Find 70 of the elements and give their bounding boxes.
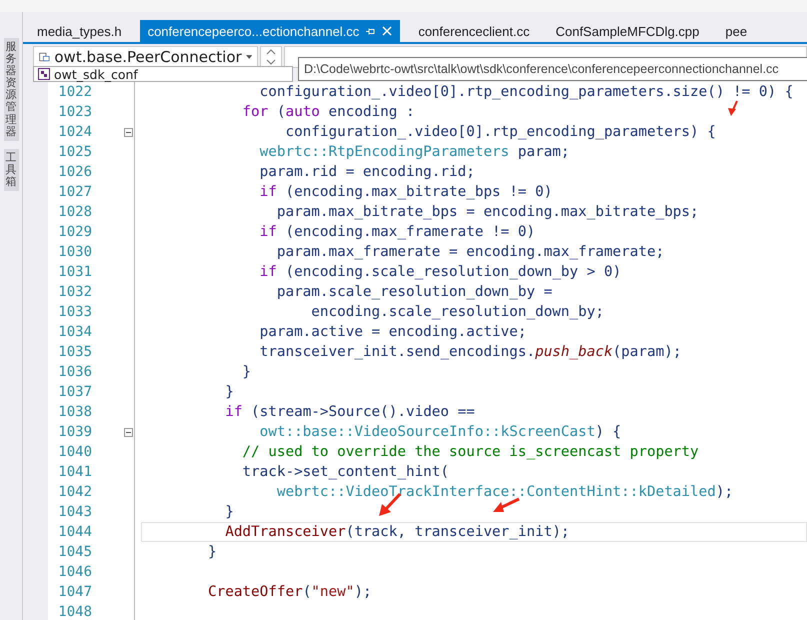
code-text: } (224, 384, 234, 400)
code-text: configuration_.video[0].rtp_encoding_parameters.size() != 0) { (258, 84, 794, 100)
code-text: (encoding.max_bitrate_bps != 0) (284, 184, 552, 200)
line-number: 1025 (57, 144, 93, 160)
line-number: 1034 (57, 324, 93, 340)
line-number: 1043 (57, 504, 93, 520)
line-number: 1038 (57, 404, 93, 420)
line-number: 1033 (57, 304, 93, 320)
line-number: 1024 (57, 124, 93, 140)
code-text: (stream->Source().video == (250, 404, 475, 420)
line-number: 1026 (57, 164, 93, 180)
code-text: transceiver_init.send_encodings. (258, 344, 536, 360)
keyword: if (258, 224, 277, 240)
line-number: 1028 (57, 204, 93, 220)
line-number: 1035 (57, 344, 93, 360)
code-text: param.scale_resolution_down_by = (276, 284, 552, 300)
type-name: webrtc::VideoTrackInterface::ContentHint::kDetailed (276, 484, 716, 500)
line-number: 1047 (57, 584, 93, 600)
project-name: owt_sdk_conf (54, 66, 138, 82)
line-number: 1039 (57, 424, 93, 440)
line-number: 1030 (57, 244, 93, 260)
function-name: AddTransceiver (224, 524, 346, 540)
line-number: 1023 (57, 104, 93, 120)
line-number: 1048 (57, 604, 93, 620)
code-text: ( (276, 104, 286, 120)
line-number: 1029 (57, 224, 93, 240)
string-literal: "new" (311, 584, 354, 600)
code-text: (param); (612, 344, 682, 360)
code-text: ( (302, 584, 312, 600)
code-text: param.rid = encoding.rid; (258, 164, 475, 180)
line-number: 1046 (57, 564, 93, 580)
line-number: 1031 (57, 264, 93, 280)
code-text: (track, transceiver_init); (346, 524, 570, 540)
code-comment: // used to override the source is_screencast property (241, 444, 699, 460)
code-text: encoding.scale_resolution_down_by; (310, 304, 604, 320)
line-number: 1022 (57, 84, 93, 100)
line-number: 1044 (57, 524, 93, 540)
code-text: param; (516, 144, 570, 160)
type-name: webrtc::RtpEncodingParameters (258, 144, 510, 160)
line-number: 1037 (57, 384, 93, 400)
code-text: param.max_bitrate_bps = encoding.max_bitrate_bps; (276, 204, 699, 220)
keyword: if (258, 264, 277, 280)
line-number: 1027 (57, 184, 93, 200)
keyword: if (224, 404, 242, 420)
line-number: 1042 (57, 484, 93, 500)
line-number: 1032 (57, 284, 93, 300)
code-text: param.max_framerate = encoding.max_framerate; (276, 244, 664, 260)
keyword: auto (285, 104, 320, 120)
code-text: (encoding.max_framerate != 0) (284, 224, 536, 240)
keyword: for (241, 104, 268, 120)
method-name: push_back (535, 344, 613, 360)
code-text: } (208, 544, 217, 560)
code-text: } (224, 504, 234, 520)
code-text: ) { (595, 424, 622, 440)
function-name: CreateOffer (208, 584, 303, 600)
code-text: track->set_content_hint( (241, 464, 450, 480)
code-text: encoding : (328, 104, 415, 120)
line-number: 1041 (57, 464, 93, 480)
line-number: 1036 (57, 364, 93, 380)
code-text: ); (716, 484, 734, 500)
code-text: (encoding.scale_resolution_down_by > 0) (284, 264, 622, 280)
code-text: configuration_.video[0].rtp_encoding_parameters) { (284, 124, 716, 140)
code-text: } (241, 364, 252, 380)
type-name: owt::base::VideoSourceInfo::kScreenCast (258, 424, 596, 440)
line-number: 1040 (57, 444, 93, 460)
file-path-tooltip: D:\Code\webrtc-owt\src\talk\owt\sdk\conference\conferencepeerconnectionchannel.cc (298, 57, 807, 81)
keyword: if (258, 184, 277, 200)
code-text: param.active = encoding.active; (258, 324, 526, 340)
line-number: 1045 (57, 544, 93, 560)
code-text: ); (354, 584, 372, 600)
